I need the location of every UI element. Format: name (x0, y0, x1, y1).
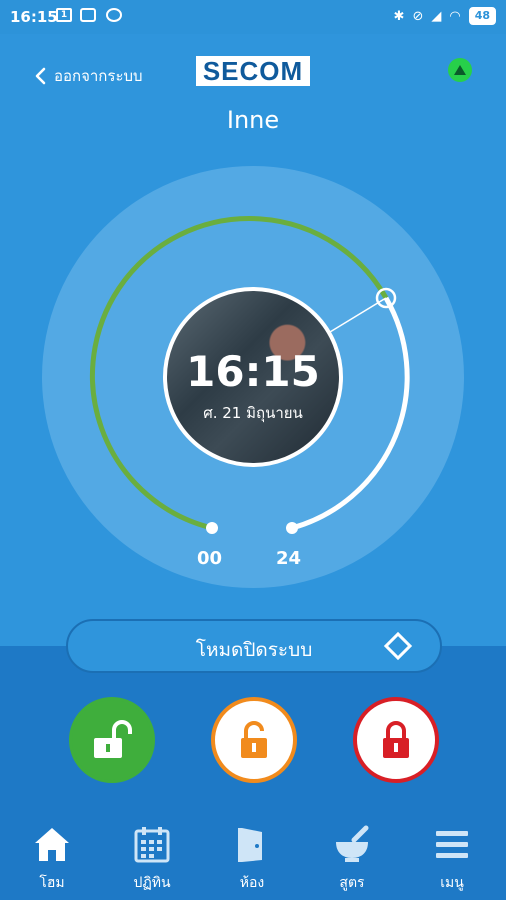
nav-label-calendar: ปฏิทิน (133, 875, 171, 891)
bottom-nav: โฮม ปฏิทิน ห้อง สูตร เมนู (0, 818, 506, 900)
home-icon (35, 828, 69, 861)
dial-time: 16:15 (186, 347, 320, 396)
mortar-icon (336, 825, 369, 862)
nav-home[interactable]: โฮม (2, 818, 102, 900)
unlock-all-button[interactable] (69, 697, 155, 783)
nav-menu[interactable]: เมนู (402, 818, 502, 900)
start-dot (206, 522, 218, 534)
nav-calendar[interactable]: ปฏิทิน (102, 818, 202, 900)
nav-label-room: ห้อง (239, 875, 265, 891)
partial-unlock-button[interactable] (211, 697, 297, 783)
nav-label-menu: เมนู (440, 875, 464, 891)
mode-label: โหมดปิดระบบ (195, 639, 313, 661)
partial-unlock-icon (241, 721, 267, 758)
calendar-icon (134, 827, 170, 863)
nav-label-recipe: สูตร (339, 875, 365, 891)
start-hour-label: 00 (197, 548, 223, 569)
menu-icon (436, 831, 468, 858)
nav-room[interactable]: ห้อง (202, 818, 302, 900)
unlock-icon (94, 720, 132, 758)
mode-selector[interactable]: โหมดปิดระบบ (66, 619, 442, 673)
lock-all-button[interactable] (353, 697, 439, 783)
nav-recipe[interactable]: สูตร (302, 818, 402, 900)
dial-date: ศ. 21 มิถุนายน (203, 404, 303, 422)
lock-icon (383, 721, 409, 758)
end-hour-label: 24 (276, 548, 302, 569)
camera-snapshot[interactable]: 16:15 ศ. 21 มิถุนายน (163, 287, 343, 467)
end-dot (286, 522, 298, 534)
nav-label-home: โฮม (39, 875, 65, 891)
door-icon (238, 828, 262, 862)
